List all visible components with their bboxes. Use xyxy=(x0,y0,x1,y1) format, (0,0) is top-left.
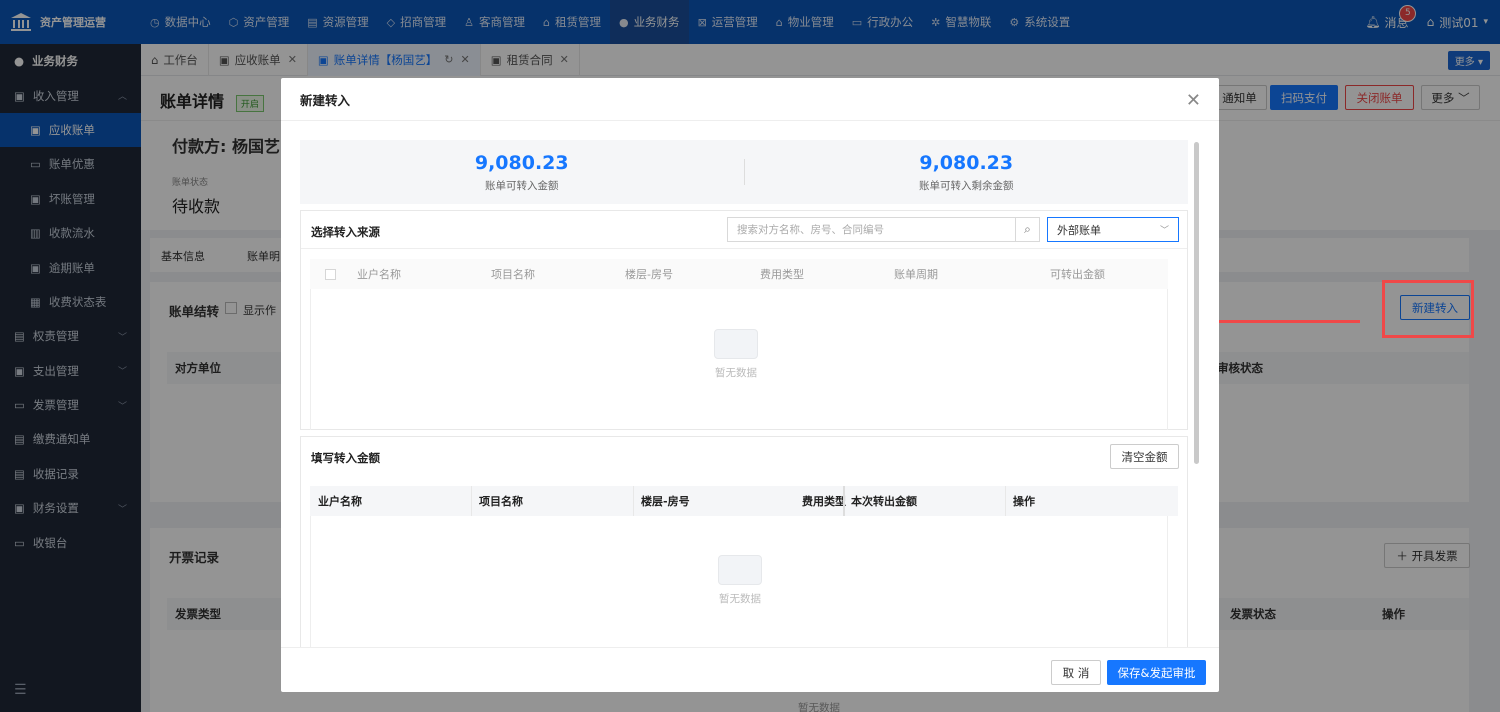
select-all-checkbox[interactable] xyxy=(325,268,336,280)
remaining-amount: 9,080.23 xyxy=(919,151,1014,174)
empty-box-icon xyxy=(718,555,762,585)
empty-box-icon xyxy=(714,329,758,359)
amount-section: 填写转入金额 清空金额 业户名称 项目名称 楼层-房号 费用类型 本次转出金额 … xyxy=(300,436,1188,648)
source-search: ⌕ xyxy=(727,217,1040,242)
col-operation: 操作 xyxy=(1013,495,1035,508)
source-empty-state: 暂无数据 xyxy=(696,329,776,380)
source-section: 选择转入来源 ⌕ 外部账单 ﹀ 业户名称 项目名称 楼层-房号 费用类型 账单周… xyxy=(300,210,1188,430)
col-owner: 业户名称 xyxy=(357,268,401,281)
amount-table-header: 业户名称 项目名称 楼层-房号 费用类型 本次转出金额 操作 xyxy=(310,486,1178,516)
save-submit-button[interactable]: 保存&发起审批 xyxy=(1107,660,1206,685)
search-icon[interactable]: ⌕ xyxy=(1015,218,1039,241)
col-owner: 业户名称 xyxy=(318,495,362,508)
col-fee-type: 费用类型 xyxy=(802,495,846,508)
cancel-button[interactable]: 取 消 xyxy=(1051,660,1101,685)
col-room: 楼层-房号 xyxy=(625,268,673,281)
modal-scrollbar[interactable] xyxy=(1194,142,1199,464)
close-icon[interactable]: ✕ xyxy=(1186,90,1201,111)
modal-footer: 取 消 保存&发起审批 xyxy=(281,647,1219,692)
highlight-box xyxy=(1382,280,1474,338)
source-title: 选择转入来源 xyxy=(311,225,380,239)
col-project: 项目名称 xyxy=(491,268,535,281)
clear-amount-button[interactable]: 清空金额 xyxy=(1110,444,1179,469)
available-amount-label: 账单可转入金额 xyxy=(485,179,559,192)
col-room: 楼层-房号 xyxy=(641,495,690,508)
col-bill-period: 账单周期 xyxy=(894,268,938,281)
col-fee-type: 费用类型 xyxy=(760,268,804,281)
col-project: 项目名称 xyxy=(479,495,523,508)
amount-summary: 9,080.23 账单可转入金额 9,080.23 账单可转入剩余金额 xyxy=(300,140,1188,204)
source-search-input[interactable] xyxy=(728,218,1015,241)
source-table-header: 业户名称 项目名称 楼层-房号 费用类型 账单周期 可转出金额 xyxy=(310,259,1168,289)
amount-title: 填写转入金额 xyxy=(311,451,380,465)
modal-body: 9,080.23 账单可转入金额 9,080.23 账单可转入剩余金额 选择转入… xyxy=(300,140,1188,648)
available-amount: 9,080.23 xyxy=(474,151,569,174)
new-transfer-modal: 新建转入 ✕ 9,080.23 账单可转入金额 9,080.23 账单可转入剩余… xyxy=(281,78,1219,692)
chevron-down-icon: ﹀ xyxy=(1159,226,1169,236)
modal-title: 新建转入 xyxy=(281,78,1219,121)
amount-empty-state: 暂无数据 xyxy=(700,555,780,606)
source-type-select[interactable]: 外部账单 ﹀ xyxy=(1047,217,1179,242)
col-transfer-amount: 本次转出金额 xyxy=(851,495,917,508)
col-transferable: 可转出金额 xyxy=(1050,268,1105,281)
remaining-amount-label: 账单可转入剩余金额 xyxy=(919,179,1014,192)
